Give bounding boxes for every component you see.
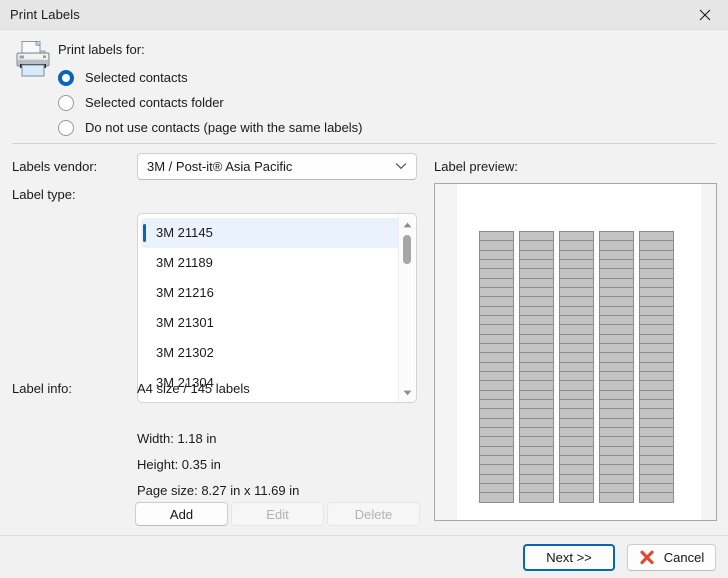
- preview-label-cell: [559, 492, 594, 503]
- list-item[interactable]: 3M 21301: [138, 308, 416, 338]
- preview-label-cell: [479, 492, 514, 503]
- labels-vendor-dropdown[interactable]: 3M / Post-it® Asia Pacific: [137, 153, 417, 180]
- label-info-label: Label info:: [12, 381, 72, 396]
- radio-mark-do-not-use-contacts: [58, 119, 74, 136]
- radio-mark-selected-contacts-folder: [58, 94, 74, 111]
- radio-label-do-not-use-contacts: Do not use contacts (page with the same …: [85, 120, 363, 135]
- list-item[interactable]: 3M 21302: [138, 338, 416, 368]
- scrollbar-thumb[interactable]: [403, 235, 411, 264]
- preview-label-column: [479, 231, 514, 503]
- preview-label-column: [599, 231, 634, 503]
- print-labels-for-group: Print labels for: Selected contacts Sele…: [58, 42, 362, 140]
- label-info-width: Width: 1.18 in: [137, 431, 217, 446]
- print-labels-for-heading: Print labels for:: [58, 42, 145, 57]
- close-icon: [699, 9, 711, 21]
- preview-label-column: [639, 231, 674, 503]
- preview-label-grid: [479, 231, 674, 503]
- close-button[interactable]: [682, 0, 728, 30]
- preview-label-cell: [519, 492, 554, 503]
- listbox-scrollbar[interactable]: [398, 215, 416, 402]
- printer-icon: [16, 40, 50, 77]
- chevron-down-icon: [395, 163, 407, 170]
- radio-selected-contacts-folder[interactable]: Selected contacts folder: [58, 90, 362, 115]
- section-divider: [12, 143, 716, 144]
- scroll-up-arrow-icon[interactable]: [399, 217, 416, 233]
- title-bar: Print Labels: [0, 0, 728, 30]
- label-info-size: A4 size / 145 labels: [137, 381, 250, 396]
- label-type-label: Label type:: [12, 187, 76, 202]
- preview-label-column: [559, 231, 594, 503]
- scroll-down-arrow-icon[interactable]: [399, 385, 416, 401]
- label-type-listbox[interactable]: 3M 21145 3M 21189 3M 21216 3M 21301 3M 2…: [137, 213, 417, 403]
- list-item[interactable]: 3M 21216: [138, 278, 416, 308]
- dialog-footer: Next >> Cancel: [0, 535, 728, 578]
- window-title: Print Labels: [10, 7, 80, 22]
- dialog-body: Print labels for: Selected contacts Sele…: [0, 30, 728, 535]
- cancel-button-label: Cancel: [663, 550, 705, 565]
- label-type-list-items: 3M 21145 3M 21189 3M 21216 3M 21301 3M 2…: [138, 214, 416, 398]
- edit-button: Edit: [231, 502, 324, 526]
- list-item[interactable]: 3M 21189: [138, 248, 416, 278]
- preview-label-cell: [599, 492, 634, 503]
- red-x-icon: [640, 550, 654, 564]
- labels-vendor-value: 3M / Post-it® Asia Pacific: [147, 159, 293, 174]
- radio-label-selected-contacts-folder: Selected contacts folder: [85, 95, 224, 110]
- cancel-button[interactable]: Cancel: [627, 544, 716, 571]
- labels-vendor-label: Labels vendor:: [12, 159, 98, 174]
- label-preview-label: Label preview:: [434, 159, 518, 174]
- radio-mark-selected-contacts: [58, 69, 74, 86]
- preview-label-column: [519, 231, 554, 503]
- label-info-height: Height: 0.35 in: [137, 457, 221, 472]
- add-button[interactable]: Add: [135, 502, 228, 526]
- radio-selected-contacts[interactable]: Selected contacts: [58, 65, 362, 90]
- radio-label-selected-contacts: Selected contacts: [85, 70, 188, 85]
- label-preview-panel: [434, 183, 717, 521]
- radio-do-not-use-contacts[interactable]: Do not use contacts (page with the same …: [58, 115, 362, 140]
- label-info-page-size: Page size: 8.27 in x 11.69 in: [137, 483, 300, 498]
- list-item[interactable]: 3M 21145: [141, 218, 412, 248]
- next-button[interactable]: Next >>: [523, 544, 615, 571]
- preview-label-cell: [639, 492, 674, 503]
- delete-button: Delete: [327, 502, 420, 526]
